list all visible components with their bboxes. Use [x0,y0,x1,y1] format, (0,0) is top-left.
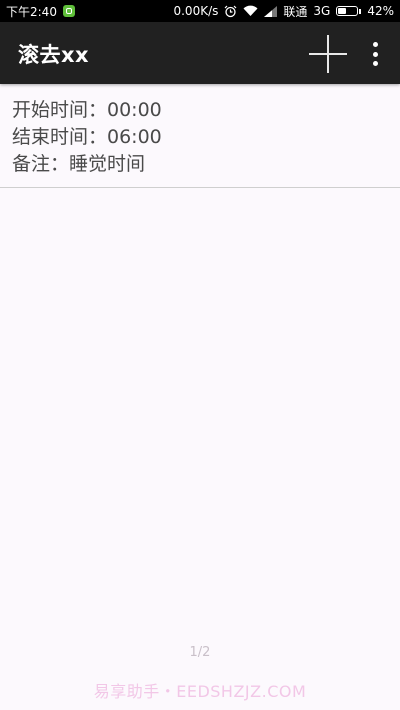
status-bar-left: 下午2:40 [6,3,75,20]
battery-percent: 42% [367,4,394,18]
network-speed: 0.00K/s [173,4,219,18]
app-notification-icon [62,5,75,17]
alarm-icon [224,5,237,18]
add-icon[interactable] [309,35,347,73]
status-bar-right: 0.00K/s 联通 3G 42% [173,3,394,20]
note-text: 备注：睡觉时间 [12,153,146,175]
start-time-text: 开始时间：00:00 [12,99,162,121]
app-toolbar: 滚去xx [0,22,400,84]
carrier-name: 联通 [283,4,308,19]
watermark-text: 易享助手・EEDSHZJZ.COM [93,682,307,701]
page-title: 滚去xx [18,43,90,67]
status-time: 下午2:40 [6,4,57,19]
status-bar: 下午2:40 0.00K/s 联通 3G 42% [0,0,400,22]
more-vert-icon[interactable] [366,42,384,66]
list-item[interactable]: 开始时间：00:00 结束时间：06:00 备注：睡觉时间 [0,86,400,188]
signal-icon [264,5,278,17]
network-type: 3G [313,4,331,18]
battery-icon [336,6,362,16]
end-time-text: 结束时间：06:00 [12,126,162,148]
wifi-icon [243,5,258,17]
page-indicator: 1/2 [189,645,211,660]
